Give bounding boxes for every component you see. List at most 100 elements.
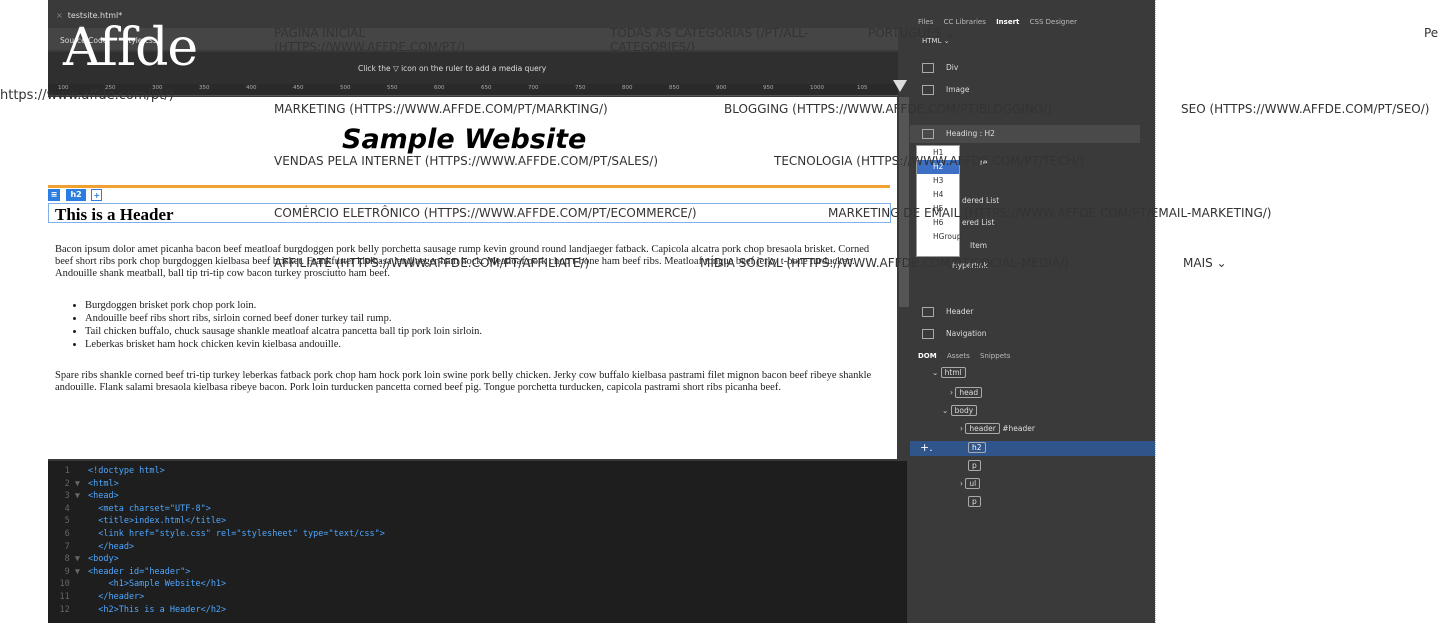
code-line[interactable]: 4 <meta charset="UTF-8">: [48, 503, 211, 515]
code-line[interactable]: 3 ▼ <head>: [48, 490, 119, 502]
selector-tag[interactable]: h2: [66, 189, 86, 201]
media-query-hint: Click the ▽ icon on the ruler to add a m…: [358, 64, 547, 73]
line-number: 10: [59, 579, 80, 590]
nav-marketing[interactable]: MARKETING (HTTPS://WWW.AFFDE.COM/PT/MARK…: [274, 102, 608, 116]
code-line[interactable]: 9 ▼ <header id="header">: [48, 566, 191, 578]
code-line[interactable]: 10 <h1>Sample Website</h1>: [48, 578, 227, 590]
nav-language-select[interactable]: PORTUGUÊS ⌄: [868, 26, 955, 40]
add-element-icon[interactable]: +.: [920, 441, 933, 454]
menu-icon[interactable]: ≡: [48, 189, 60, 201]
header-border: [48, 185, 890, 188]
insert-header[interactable]: Header: [922, 304, 973, 320]
list-item[interactable]: Burgdoggen brisket pork chop pork loin.: [85, 299, 482, 312]
code-line[interactable]: 6 <link href="style.css" rel="stylesheet…: [48, 528, 385, 540]
nav-blogging[interactable]: BLOGGING (HTTPS://WWW.AFFDE.COM/PT/BLOGG…: [724, 102, 1052, 116]
dom-node-p[interactable]: p: [968, 496, 981, 507]
ruler-tick: 450: [293, 85, 304, 91]
add-class-icon[interactable]: +: [91, 189, 103, 201]
element-selector[interactable]: ≡ h2 +: [48, 189, 103, 203]
tab-assets[interactable]: Assets: [947, 352, 970, 360]
paragraph[interactable]: Spare ribs shankle corned beef tri-tip t…: [55, 370, 885, 394]
affde-logo[interactable]: Affde: [63, 18, 198, 78]
heading-row[interactable]: Heading : H2: [910, 125, 1140, 143]
dom-selected-row[interactable]: [910, 441, 1155, 456]
nav-marketing-de-email[interactable]: MARKETING DE EMAIL (HTTPS://WWW.AFFDE.CO…: [828, 206, 1272, 220]
partial-text: Pe: [1424, 26, 1439, 40]
tab-snippets[interactable]: Snippets: [980, 352, 1010, 360]
tab-insert[interactable]: Insert: [996, 18, 1019, 26]
media-query-marker-icon[interactable]: [893, 80, 907, 92]
code-line[interactable]: 2 ▼ <html>: [48, 478, 119, 490]
code-line[interactable]: 8 ▼ <body>: [48, 553, 119, 565]
div-icon: [922, 63, 934, 73]
dom-node-ul[interactable]: ul: [965, 478, 981, 489]
heading-menu-item[interactable]: H3: [917, 174, 959, 188]
nav-affiliate[interactable]: AFFILIATE (HTTPS://WWW.AFFDE.COM/PT/AFFI…: [274, 256, 589, 270]
insert-navigation[interactable]: Navigation: [922, 326, 986, 342]
code-text: <header id="header">: [88, 566, 191, 577]
code-line[interactable]: 1 <!doctype html>: [48, 465, 165, 477]
header-icon: [922, 307, 934, 317]
ruler-tick: 105: [857, 85, 868, 91]
ruler-tick: 700: [528, 85, 539, 91]
scrollbar[interactable]: [899, 97, 909, 307]
list-item[interactable]: Andouille beef ribs short ribs, sirloin …: [85, 312, 482, 325]
line-number: 6: [64, 529, 80, 539]
code-line[interactable]: 5 <title>index.html</title>: [48, 515, 227, 527]
dom-node-head[interactable]: head: [955, 387, 983, 398]
site-title[interactable]: Sample Website: [342, 124, 586, 155]
code-view[interactable]: 1 <!doctype html> 2 ▼ <html> 3 ▼ <head> 4 <me…: [48, 461, 907, 623]
design-view[interactable]: Sample Website ≡ h2 + This is a Header B…: [48, 97, 897, 459]
nav-comercio-eletronico[interactable]: COMÉRCIO ELETRÔNICO (HTTPS://WWW.AFFDE.C…: [274, 206, 697, 220]
close-icon[interactable]: ×: [56, 11, 63, 20]
nav-pagina-inicial[interactable]: PAGINA INICIAL (HTTPS://WWW.AFFDE.COM/PT…: [274, 26, 484, 54]
list-item[interactable]: Leberkas brisket ham hock chicken kevin …: [85, 338, 482, 351]
dom-panel-tabs: DOM Assets Snippets: [910, 352, 1155, 364]
nav-todas-as-categorias[interactable]: TODAS AS CATEGORIAS (/PT/ALL-CATEGORIES/…: [610, 26, 830, 54]
list-item[interactable]: Tail chicken buffalo, chuck sausage shan…: [85, 325, 482, 338]
code-line[interactable]: 7 </head>: [48, 541, 134, 553]
tab-files[interactable]: Files: [918, 18, 933, 26]
code-text: <link href="style.css" rel="stylesheet" …: [88, 529, 385, 539]
code-text: <meta charset="UTF-8">: [88, 503, 211, 514]
code-text: <title>index.html</title>: [88, 516, 227, 527]
page-right-column: [1155, 0, 1446, 623]
dom-node-p[interactable]: p: [968, 460, 981, 471]
ruler-tick: 1000: [810, 85, 824, 91]
ruler-tick: 550: [387, 85, 398, 91]
nav-vendas[interactable]: VENDAS PELA INTERNET (HTTPS://WWW.AFFDE.…: [274, 154, 658, 168]
nav-mais[interactable]: MAIS ⌄: [1183, 256, 1227, 270]
tab-cc-libraries[interactable]: CC Libraries: [944, 18, 986, 26]
dom-node-header[interactable]: header: [965, 423, 1000, 434]
dom-node-body[interactable]: body: [950, 405, 978, 416]
dom-node-h2[interactable]: h2: [968, 442, 986, 453]
heading-menu-item[interactable]: H4: [917, 188, 959, 202]
line-number: 4: [64, 503, 80, 514]
tab-dom[interactable]: DOM: [918, 352, 937, 360]
heading-menu-item[interactable]: HGroup: [917, 230, 961, 244]
code-text: <h2>This is a Header</h2>: [88, 604, 227, 615]
partial-item[interactable]: Item: [970, 238, 987, 254]
chevron-down-icon: ⌄: [945, 26, 956, 40]
image-icon: [922, 85, 934, 95]
ruler-tick: 750: [575, 85, 586, 91]
right-panel: Files CC Libraries Insert CSS Designer H…: [910, 0, 1155, 623]
ruler[interactable]: 100 250 300 350 400 450 500 550 600 650 700 750 800 8…: [48, 84, 898, 96]
nav-seo[interactable]: SEO (HTTPS://WWW.AFFDE.COM/PT/SEO/): [1181, 102, 1429, 116]
logo-link-text[interactable]: https://www.affde.com/pt/): [0, 88, 174, 103]
dom-node-html[interactable]: html: [940, 367, 966, 378]
code-text: <head>: [88, 491, 119, 502]
h2-heading[interactable]: This is a Header: [55, 205, 174, 225]
ruler-tick: 600: [434, 85, 445, 91]
ruler-tick: 350: [199, 85, 210, 91]
tab-css-designer[interactable]: CSS Designer: [1030, 18, 1077, 26]
code-line[interactable]: 11 </header>: [48, 591, 145, 603]
nav-tecnologia[interactable]: TECNOLOGIA (HTTPS://WWW.AFFDE.COM/PT/TEC…: [774, 154, 1084, 168]
code-line[interactable]: 12 <h2>This is a Header</h2>: [48, 604, 227, 616]
bullet-list[interactable]: Burgdoggen brisket pork chop pork loin. …: [85, 299, 482, 351]
insert-image[interactable]: Image: [922, 82, 970, 98]
nav-midia-social[interactable]: MÍDIA SOCIAL (HTTPS://WWW.AFFDE.COM/PT/S…: [700, 256, 1069, 270]
line-number: 2 ▼: [64, 478, 80, 489]
insert-div[interactable]: Div: [922, 60, 958, 76]
code-text: <body>: [88, 554, 119, 565]
